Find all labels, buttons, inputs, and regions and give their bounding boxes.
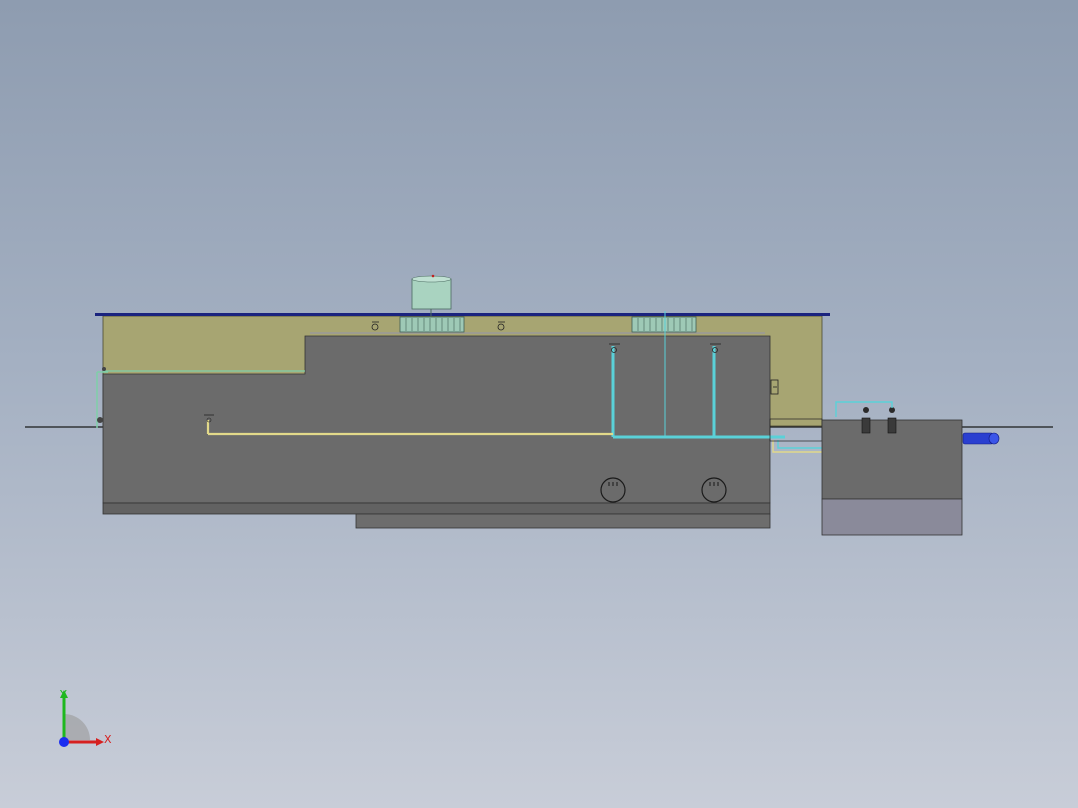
axis-x-label: X xyxy=(104,733,112,746)
base-plate-lower[interactable] xyxy=(355,513,771,529)
blower-right[interactable] xyxy=(631,316,697,333)
pump-left[interactable] xyxy=(861,407,871,434)
pump-right[interactable] xyxy=(887,407,897,434)
roof-plate[interactable] xyxy=(95,313,830,316)
equipment-box[interactable] xyxy=(821,419,963,536)
outlet-pipe[interactable] xyxy=(962,432,1000,445)
axis-y-label: Y xyxy=(60,688,67,701)
model-view[interactable] xyxy=(0,0,1078,808)
base-plate-upper[interactable] xyxy=(102,502,771,515)
blower-left[interactable] xyxy=(399,316,465,333)
dosing-tank[interactable] xyxy=(411,274,452,317)
graphics-viewport[interactable]: Y X xyxy=(0,0,1078,808)
